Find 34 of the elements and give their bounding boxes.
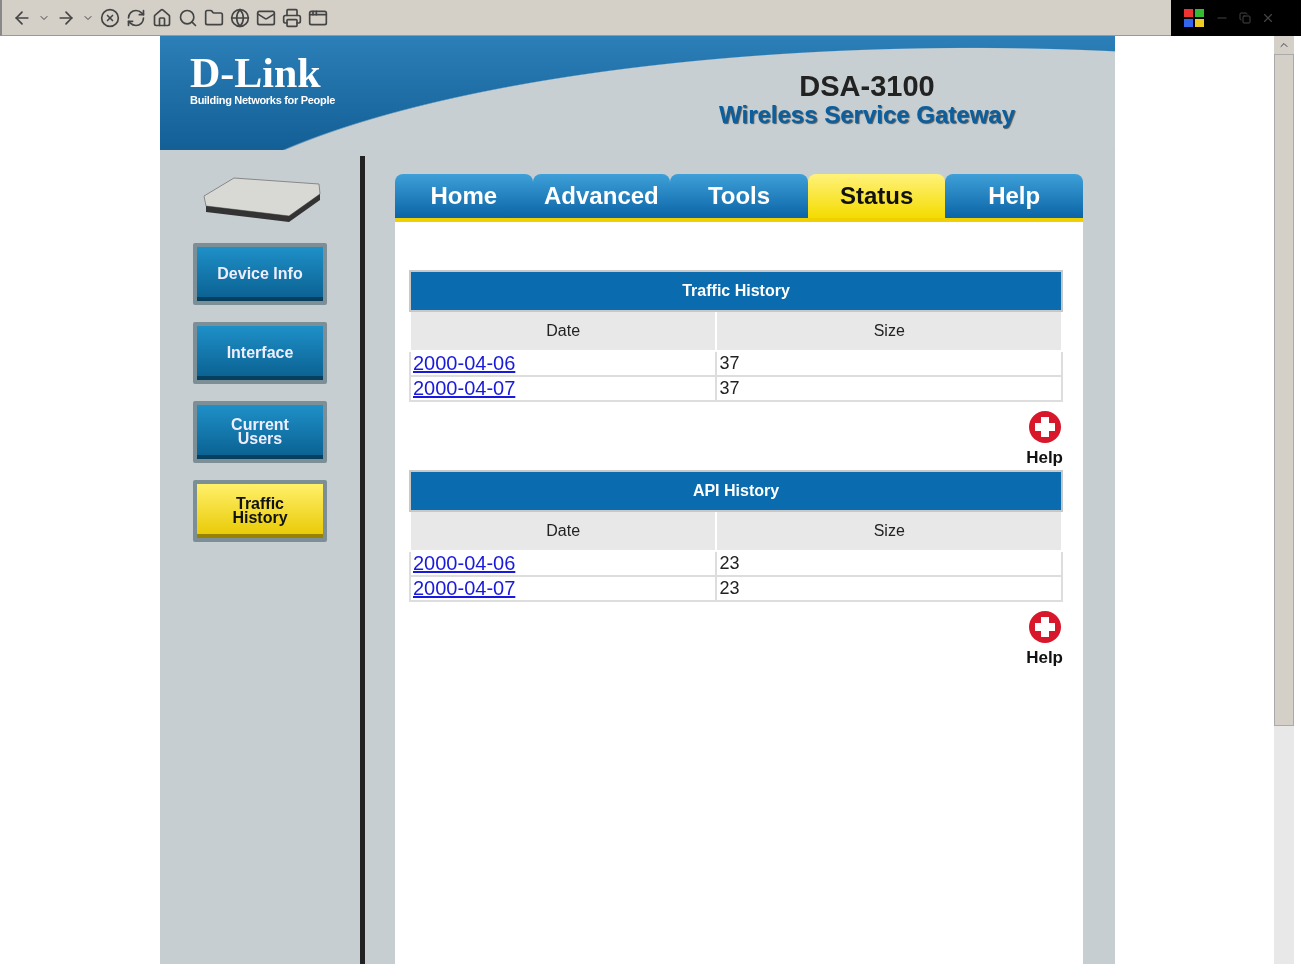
- product-name: Wireless Service Gateway: [719, 101, 1015, 129]
- logo: D-Link: [190, 52, 322, 94]
- help-button[interactable]: Help: [1026, 410, 1063, 468]
- help-button[interactable]: Help: [1026, 610, 1063, 668]
- column-header: Date: [410, 511, 717, 551]
- sidebar-button[interactable]: Traffic History: [193, 480, 327, 542]
- table-cell: 23: [716, 576, 1062, 601]
- nav-tab[interactable]: Help: [945, 174, 1083, 218]
- refresh-icon[interactable]: [126, 7, 146, 28]
- model-name: DSA-3100: [799, 72, 935, 101]
- sidebar-button[interactable]: Interface: [193, 322, 327, 384]
- nav-tab[interactable]: Tools: [670, 174, 808, 218]
- column-header: Size: [716, 511, 1062, 551]
- stop-icon[interactable]: [100, 7, 120, 28]
- column-header: Date: [410, 311, 717, 351]
- folder-icon[interactable]: [204, 7, 224, 28]
- sidebar-button[interactable]: Device Info: [193, 243, 327, 305]
- nav-tab[interactable]: Status: [807, 174, 946, 218]
- table-title: API History: [410, 471, 1062, 511]
- table-cell: 37: [716, 351, 1062, 376]
- windows-logo-icon: [1183, 8, 1205, 28]
- globe-icon[interactable]: [230, 7, 250, 28]
- nav-tab[interactable]: Home: [395, 174, 533, 218]
- logo-tagline: Building Networks for People: [190, 94, 335, 106]
- nav-tab[interactable]: Advanced: [532, 174, 671, 218]
- search-icon[interactable]: [178, 7, 198, 28]
- sidebar-button[interactable]: Current Users: [193, 401, 327, 463]
- printer-icon[interactable]: [282, 7, 302, 28]
- column-header: Size: [716, 311, 1062, 351]
- home-icon[interactable]: [152, 7, 172, 28]
- scrollbar[interactable]: [1274, 36, 1294, 964]
- table-cell: 37: [716, 376, 1062, 401]
- table-title: Traffic History: [410, 271, 1062, 311]
- table-cell: 23: [716, 551, 1062, 576]
